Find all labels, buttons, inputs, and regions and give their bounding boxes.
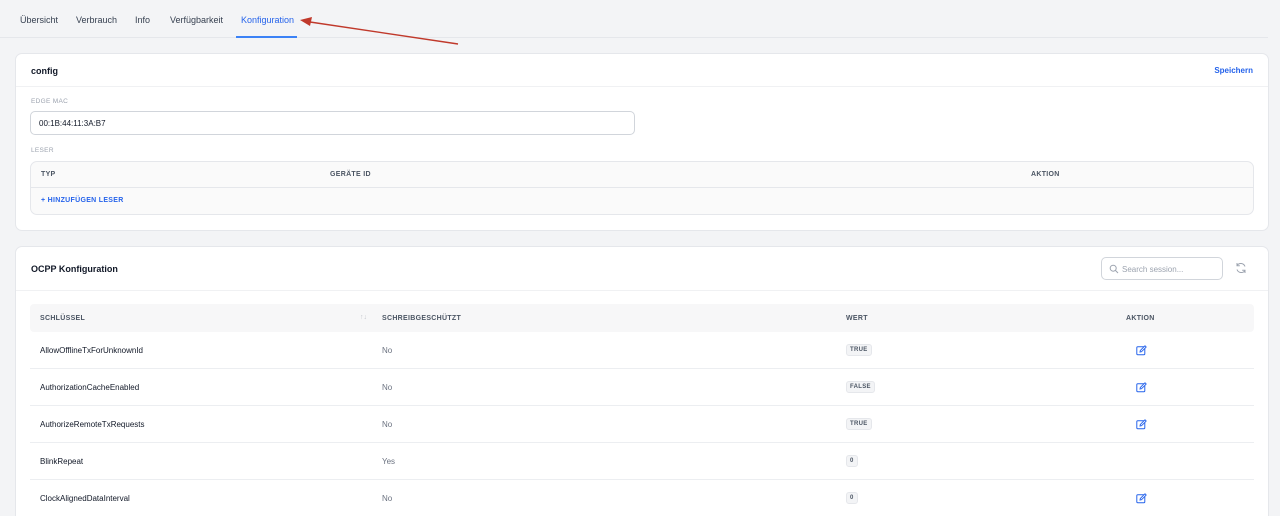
divider	[16, 290, 1268, 291]
row-key: AuthorizeRemoteTxRequests	[40, 420, 145, 429]
row-readonly: Yes	[382, 457, 396, 466]
ocpp-card-title: OCPP Konfiguration	[31, 264, 118, 274]
row-value-badge: FALSE	[846, 381, 875, 393]
leser-col-aktion: AKTION	[1031, 171, 1060, 178]
config-card: config Speichern EDGE MAC LESER TYP GERÄ…	[15, 53, 1269, 231]
tab-bar: Übersicht Verbrauch Info Verfügbarkeit K…	[0, 0, 1268, 38]
divider	[31, 187, 1253, 188]
row-key: AllowOfflineTxForUnknownId	[40, 346, 144, 355]
table-row: AllowOfflineTxForUnknownId No TRUE	[30, 332, 1254, 369]
edge-mac-label: EDGE MAC	[31, 98, 69, 105]
row-key: BlinkRepeat	[40, 457, 84, 466]
search-icon	[1109, 264, 1119, 274]
row-value-badge: TRUE	[846, 418, 872, 430]
tab-verbrauch[interactable]: Verbrauch	[76, 15, 117, 25]
row-value-badge: 0	[846, 455, 858, 467]
ocpp-table-header: SCHLÜSSEL ↑↓ SCHREIBGESCHÜTZT WERT AKTIO…	[30, 304, 1254, 332]
table-row: ClockAlignedDataInterval No 0	[30, 480, 1254, 516]
row-key: ClockAlignedDataInterval	[40, 494, 130, 503]
search-input[interactable]	[1122, 261, 1218, 277]
edge-mac-input[interactable]	[30, 111, 635, 135]
add-leser-button[interactable]: + HINZUFÜGEN LESER	[41, 197, 124, 204]
leser-col-typ: TYP	[41, 171, 56, 178]
row-readonly: No	[382, 420, 393, 429]
row-readonly: No	[382, 383, 393, 392]
col-schluessel[interactable]: SCHLÜSSEL	[40, 315, 85, 322]
leser-table: TYP GERÄTE ID AKTION + HINZUFÜGEN LESER	[30, 161, 1254, 215]
leser-col-geraete-id: GERÄTE ID	[330, 171, 371, 178]
edit-icon[interactable]	[1136, 382, 1147, 393]
refresh-icon[interactable]	[1234, 261, 1248, 275]
save-button[interactable]: Speichern	[1214, 66, 1253, 75]
config-card-title: config	[31, 66, 58, 76]
tab-konfiguration[interactable]: Konfiguration	[241, 15, 294, 25]
tab-info[interactable]: Info	[135, 15, 150, 25]
edit-icon[interactable]	[1136, 493, 1147, 504]
col-schreibgeschuetzt: SCHREIBGESCHÜTZT	[382, 315, 462, 322]
row-value-badge: TRUE	[846, 344, 872, 356]
table-row: AuthorizeRemoteTxRequests No TRUE	[30, 406, 1254, 443]
table-row: BlinkRepeat Yes 0	[30, 443, 1254, 480]
tab-verfuegbarkeit[interactable]: Verfügbarkeit	[170, 15, 223, 25]
row-key: AuthorizationCacheEnabled	[40, 383, 140, 392]
sort-icon[interactable]: ↑↓	[360, 314, 367, 321]
tab-uebersicht[interactable]: Übersicht	[20, 15, 58, 25]
edit-icon[interactable]	[1136, 345, 1147, 356]
col-wert: WERT	[846, 315, 868, 322]
active-tab-indicator	[236, 36, 297, 38]
col-aktion: AKTION	[1126, 315, 1155, 322]
leser-label: LESER	[31, 147, 54, 154]
edit-icon[interactable]	[1136, 419, 1147, 430]
table-row: AuthorizationCacheEnabled No FALSE	[30, 369, 1254, 406]
divider	[16, 86, 1268, 87]
row-value-badge: 0	[846, 492, 858, 504]
ocpp-config-card: OCPP Konfiguration SCHLÜSSEL ↑↓ SCHREIBG…	[15, 246, 1269, 516]
row-readonly: No	[382, 494, 393, 503]
search-box	[1101, 257, 1223, 280]
row-readonly: No	[382, 346, 393, 355]
